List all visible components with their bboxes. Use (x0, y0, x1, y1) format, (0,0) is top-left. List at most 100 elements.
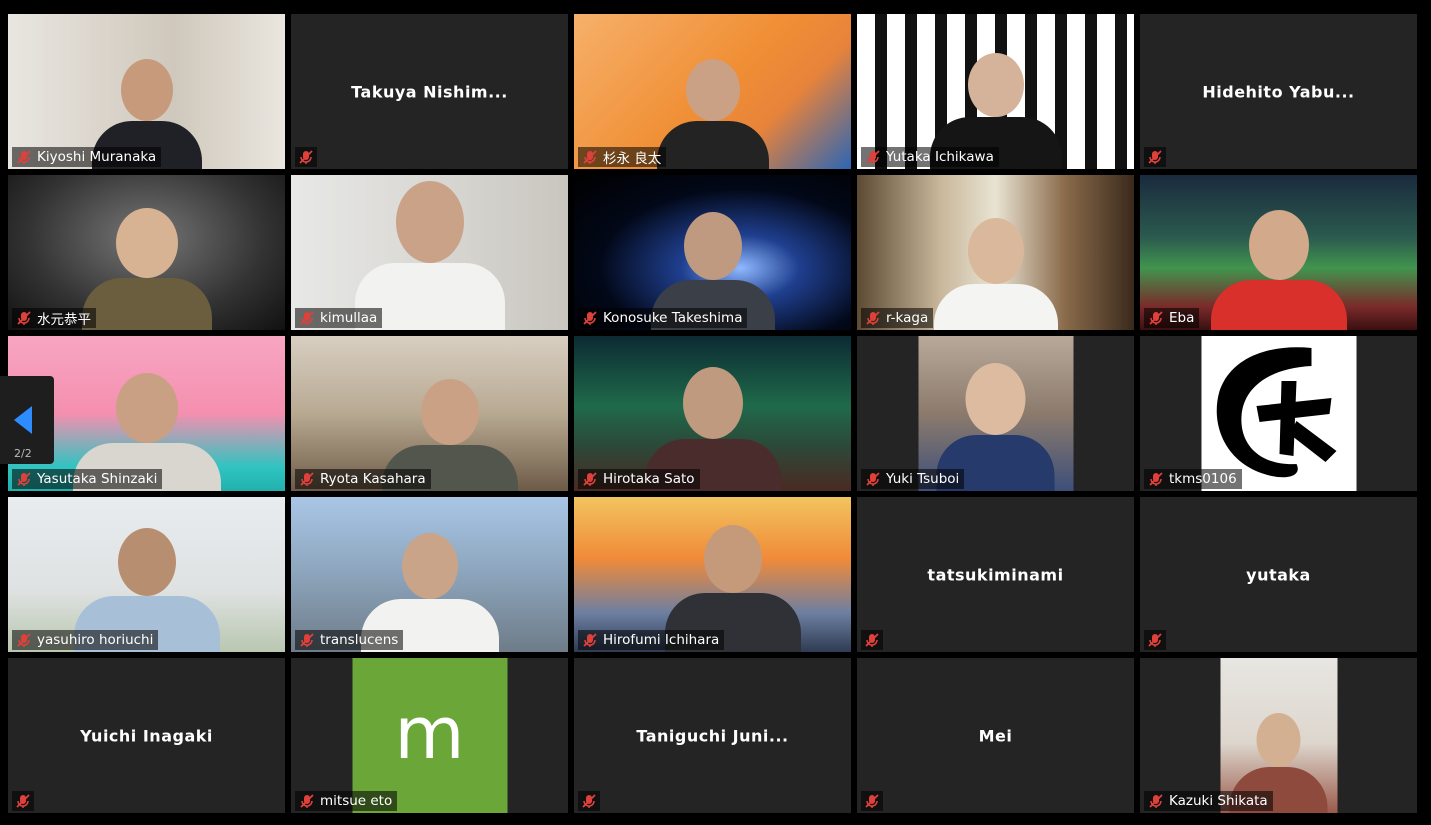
mic-muted-icon (17, 633, 31, 647)
participant-tile[interactable]: kimullaa (291, 175, 568, 330)
participant-tile[interactable]: Hirofumi Ichihara (574, 497, 851, 652)
participant-name: Eba (1169, 310, 1195, 326)
participant-name: Konosuke Takeshima (603, 310, 743, 326)
participant-display-name: tatsukiminami (927, 565, 1064, 584)
participant-name: r-kaga (886, 310, 929, 326)
participant-nametag (578, 791, 600, 811)
mic-muted-icon (17, 472, 31, 486)
participant-nametag: r-kaga (861, 308, 934, 328)
participant-tile[interactable]: yasuhiro horiuchi (8, 497, 285, 652)
participant-tile[interactable]: Eba (1140, 175, 1417, 330)
arrow-left-icon (14, 406, 32, 434)
mic-muted-icon (1149, 311, 1163, 325)
participant-tile[interactable]: tkms0106 (1140, 336, 1417, 491)
participant-nametag: Hirotaka Sato (578, 469, 700, 489)
participant-display-name: Yuichi Inagaki (80, 726, 213, 745)
mic-muted-icon (582, 794, 596, 808)
participant-name: translucens (320, 632, 399, 648)
participant-name: Kiyoshi Muranaka (37, 149, 157, 165)
mic-muted-icon (1148, 150, 1162, 164)
mic-muted-icon (16, 794, 30, 808)
mic-muted-icon (583, 633, 597, 647)
mic-muted-icon (583, 311, 597, 325)
participant-video (653, 29, 773, 169)
participant-nametag: Kazuki Shikata (1144, 791, 1273, 811)
participant-tile[interactable]: yutaka (1140, 497, 1417, 652)
mic-muted-icon (1149, 472, 1163, 486)
mic-muted-icon (1149, 794, 1163, 808)
participant-tile[interactable]: Yutaka Ichikawa (857, 14, 1134, 169)
participant-name: mitsue eto (320, 793, 393, 809)
mic-muted-icon (300, 472, 314, 486)
participant-display-name: Hidehito Yabu... (1202, 82, 1355, 101)
participant-nametag: Yutaka Ichikawa (861, 147, 999, 167)
participant-nametag: translucens (295, 630, 404, 650)
participant-nametag (861, 791, 883, 811)
mic-muted-icon (300, 633, 314, 647)
participant-tile[interactable]: Ryota Kasahara (291, 336, 568, 491)
participant-name: Yutaka Ichikawa (886, 149, 994, 165)
participant-name: Yasutaka Shinzaki (37, 471, 158, 487)
participant-name: 杉永 良太 (603, 151, 662, 167)
participant-nametag: Yasutaka Shinzaki (12, 469, 163, 489)
participant-nametag: kimullaa (295, 308, 383, 328)
mic-muted-icon (17, 150, 31, 164)
calligraphy-logo-icon (1216, 347, 1336, 478)
participant-tile[interactable]: r-kaga (857, 175, 1134, 330)
participant-tile[interactable]: Taniguchi Juni... (574, 658, 851, 813)
participant-tile[interactable]: Kiyoshi Muranaka (8, 14, 285, 169)
participant-name: Yuki Tsuboi (886, 471, 960, 487)
participant-tile[interactable]: translucens (291, 497, 568, 652)
participant-avatar-image (1201, 336, 1356, 491)
participant-tile[interactable]: Yuki Tsuboi (857, 336, 1134, 491)
participant-nametag: Yuki Tsuboi (861, 469, 965, 489)
participant-display-name: yutaka (1246, 565, 1311, 584)
mic-muted-icon (865, 633, 879, 647)
participant-nametag: 水元恭平 (12, 308, 96, 328)
participant-video (1220, 658, 1337, 813)
participant-nametag: tkms0106 (1144, 469, 1242, 489)
mic-muted-icon (299, 150, 313, 164)
participant-nametag: Ryota Kasahara (295, 469, 431, 489)
participant-nametag: yasuhiro horiuchi (12, 630, 159, 650)
participant-tile[interactable]: Yuichi Inagaki (8, 658, 285, 813)
mic-muted-icon (583, 150, 597, 164)
participant-video (1209, 190, 1349, 330)
participant-tile[interactable]: Hidehito Yabu... (1140, 14, 1417, 169)
participant-avatar: m (352, 658, 507, 813)
participant-tile[interactable]: Takuya Nishim... (291, 14, 568, 169)
participant-nametag (1144, 630, 1166, 650)
participant-tile[interactable]: Mei (857, 658, 1134, 813)
mic-muted-icon (583, 472, 597, 486)
participant-tile[interactable]: Kazuki Shikata (1140, 658, 1417, 813)
mic-muted-icon (300, 311, 314, 325)
participant-name: 水元恭平 (37, 312, 91, 328)
participant-video (77, 190, 217, 330)
participant-display-name: Taniguchi Juni... (636, 726, 789, 745)
participant-tile[interactable]: m mitsue eto (291, 658, 568, 813)
participant-nametag: Konosuke Takeshima (578, 308, 748, 328)
mic-muted-icon (866, 311, 880, 325)
participant-name: Hirotaka Sato (603, 471, 695, 487)
page-indicator: 2/2 (14, 447, 32, 460)
mic-muted-icon (865, 794, 879, 808)
mic-muted-icon (17, 311, 31, 325)
participant-name: tkms0106 (1169, 471, 1237, 487)
participant-tile[interactable]: Konosuke Takeshima (574, 175, 851, 330)
participant-tile[interactable]: 水元恭平 (8, 175, 285, 330)
participant-nametag: Eba (1144, 308, 1200, 328)
participant-name: yasuhiro horiuchi (37, 632, 154, 648)
mic-muted-icon (866, 150, 880, 164)
participant-nametag (861, 630, 883, 650)
participant-display-name: Takuya Nishim... (351, 82, 508, 101)
participant-tile[interactable]: tatsukiminami (857, 497, 1134, 652)
participant-nametag: Kiyoshi Muranaka (12, 147, 162, 167)
mic-muted-icon (300, 794, 314, 808)
participant-nametag (1144, 147, 1166, 167)
participant-nametag: 杉永 良太 (578, 147, 667, 167)
participant-name: Ryota Kasahara (320, 471, 426, 487)
previous-page-button[interactable]: 2/2 (0, 376, 54, 464)
participant-tile[interactable]: 杉永 良太 (574, 14, 851, 169)
participant-nametag: Hirofumi Ichihara (578, 630, 725, 650)
participant-tile[interactable]: Hirotaka Sato (574, 336, 851, 491)
